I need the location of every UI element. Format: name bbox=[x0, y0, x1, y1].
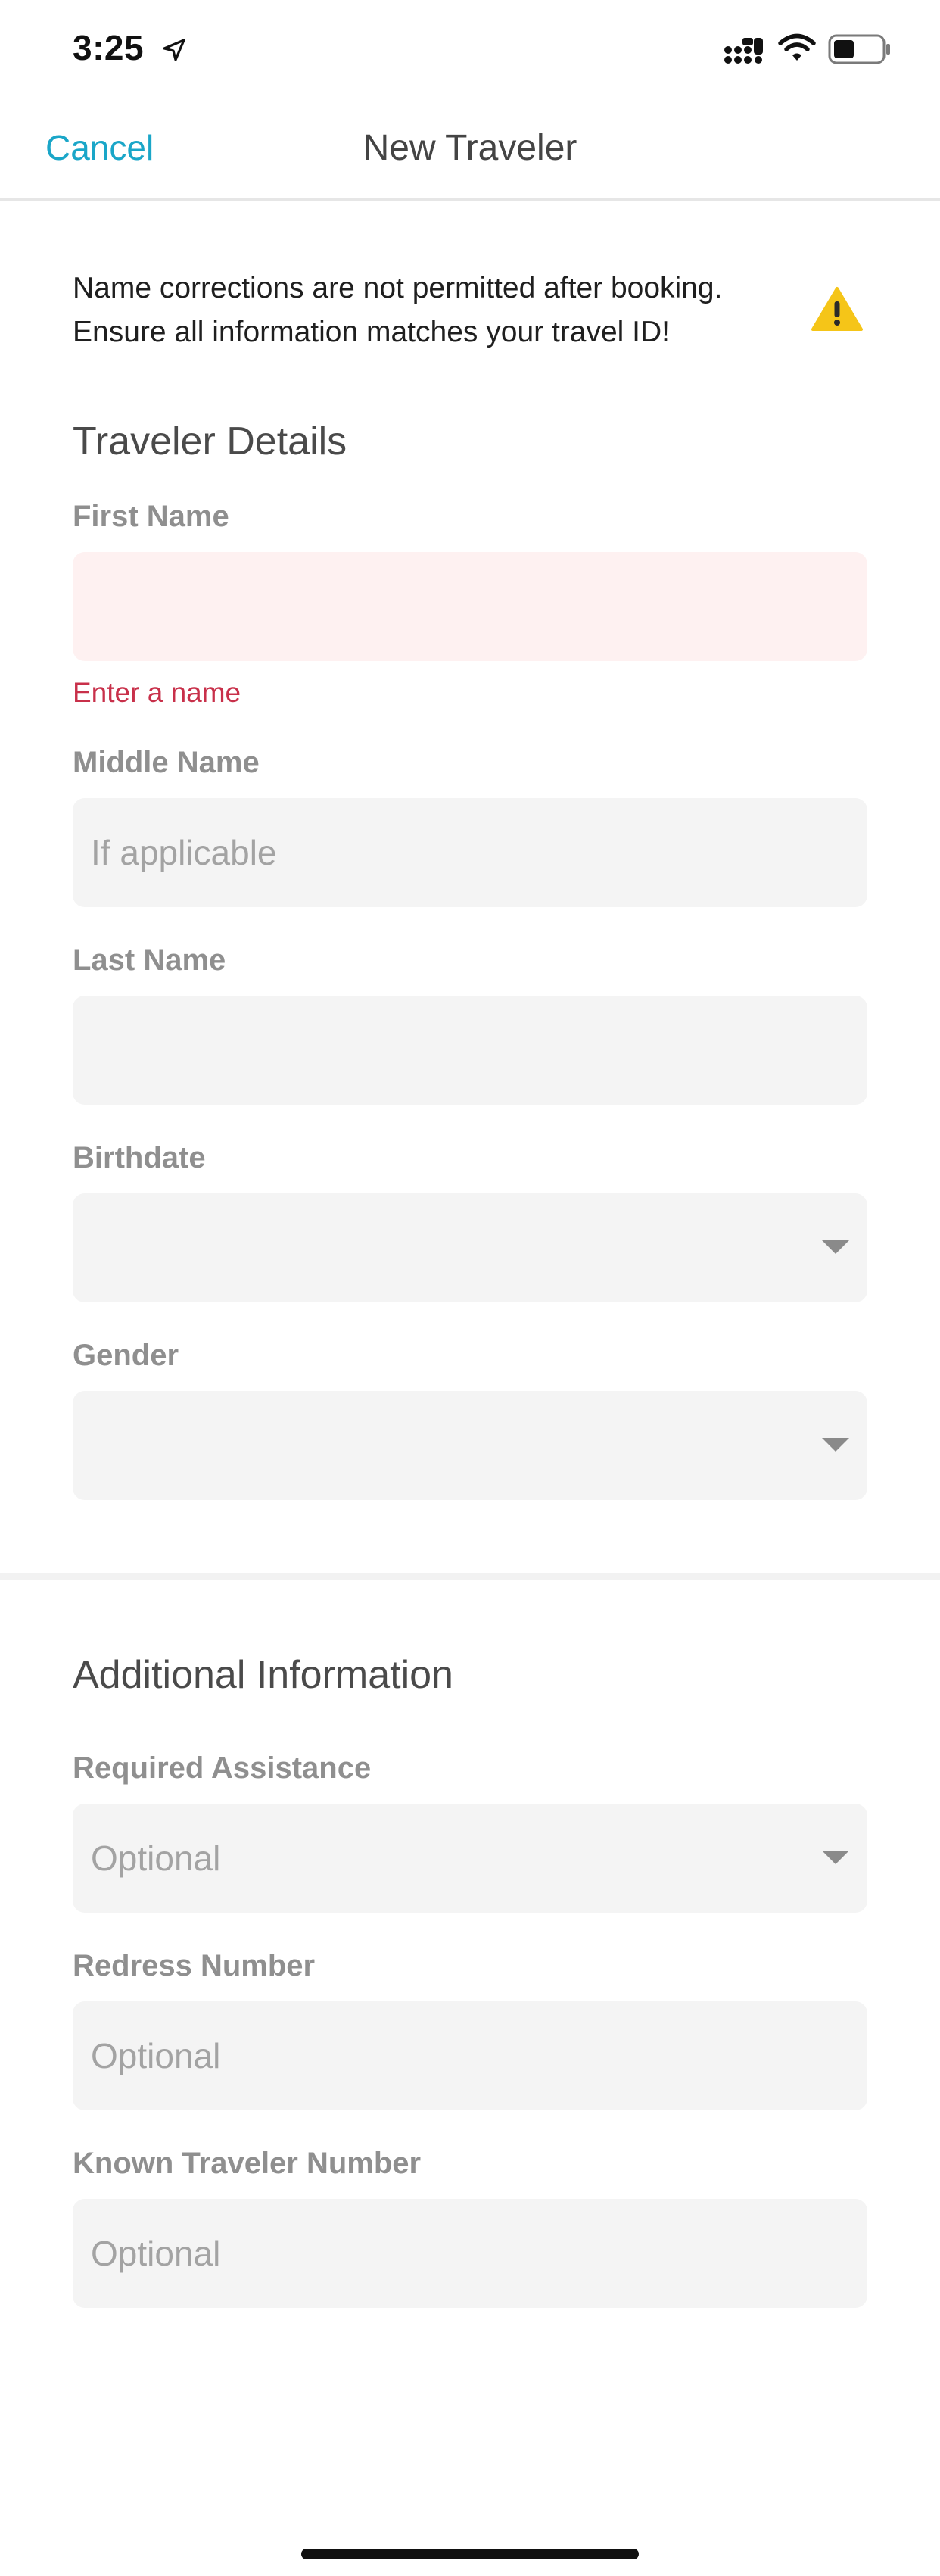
required-assistance-select[interactable]: Optional bbox=[73, 1804, 867, 1913]
redress-number-field[interactable]: Optional bbox=[73, 2001, 867, 2110]
middle-name-label: Middle Name bbox=[73, 746, 260, 779]
additional-information-heading: Additional Information bbox=[73, 1653, 453, 1697]
last-name-label: Last Name bbox=[73, 943, 226, 977]
warning-triangle-icon bbox=[811, 287, 863, 331]
home-indicator[interactable] bbox=[301, 2549, 639, 2559]
cellular-signal-icon bbox=[724, 38, 763, 64]
status-time: 3:25 bbox=[73, 28, 145, 67]
location-arrow-icon bbox=[163, 39, 185, 61]
birthdate-select[interactable] bbox=[73, 1193, 867, 1302]
page-title: New Traveler bbox=[363, 128, 577, 168]
middle-name-field[interactable]: If applicable bbox=[73, 798, 867, 907]
warning-line-1: Name corrections are not permitted after… bbox=[73, 272, 723, 304]
first-name-label: First Name bbox=[73, 500, 229, 533]
wifi-icon bbox=[778, 33, 816, 61]
birthdate-label: Birthdate bbox=[73, 1141, 206, 1174]
new-traveler-screen: 3:25 Cancel New Traveler Name correction… bbox=[0, 0, 940, 2576]
status-bar: 3:25 bbox=[0, 0, 940, 101]
gender-select[interactable] bbox=[73, 1391, 867, 1500]
chevron-down-icon bbox=[822, 1438, 849, 1452]
middle-name-placeholder: If applicable bbox=[91, 833, 277, 872]
required-assistance-placeholder: Optional bbox=[91, 1838, 221, 1878]
chevron-down-icon bbox=[822, 1851, 849, 1864]
required-assistance-label: Required Assistance bbox=[73, 1751, 372, 1785]
warning-text: Name corrections are not permitted after… bbox=[73, 267, 799, 354]
first-name-error: Enter a name bbox=[73, 677, 241, 708]
known-traveler-number-placeholder: Optional bbox=[91, 2234, 221, 2273]
traveler-details-heading: Traveler Details bbox=[73, 419, 347, 463]
gender-label: Gender bbox=[73, 1339, 179, 1372]
known-traveler-number-label: Known Traveler Number bbox=[73, 2147, 422, 2180]
first-name-field[interactable] bbox=[73, 552, 867, 661]
chevron-down-icon bbox=[822, 1240, 849, 1254]
known-traveler-number-field[interactable]: Optional bbox=[73, 2199, 867, 2308]
redress-number-label: Redress Number bbox=[73, 1949, 316, 1982]
redress-number-placeholder: Optional bbox=[91, 2036, 221, 2075]
battery-icon bbox=[828, 34, 890, 64]
last-name-field[interactable] bbox=[73, 996, 867, 1105]
warning-line-2: Ensure all information matches your trav… bbox=[73, 316, 670, 348]
name-warning-notice: Name corrections are not permitted after… bbox=[73, 267, 867, 357]
navigation-bar: Cancel New Traveler bbox=[0, 101, 940, 201]
section-divider bbox=[0, 1573, 940, 1580]
